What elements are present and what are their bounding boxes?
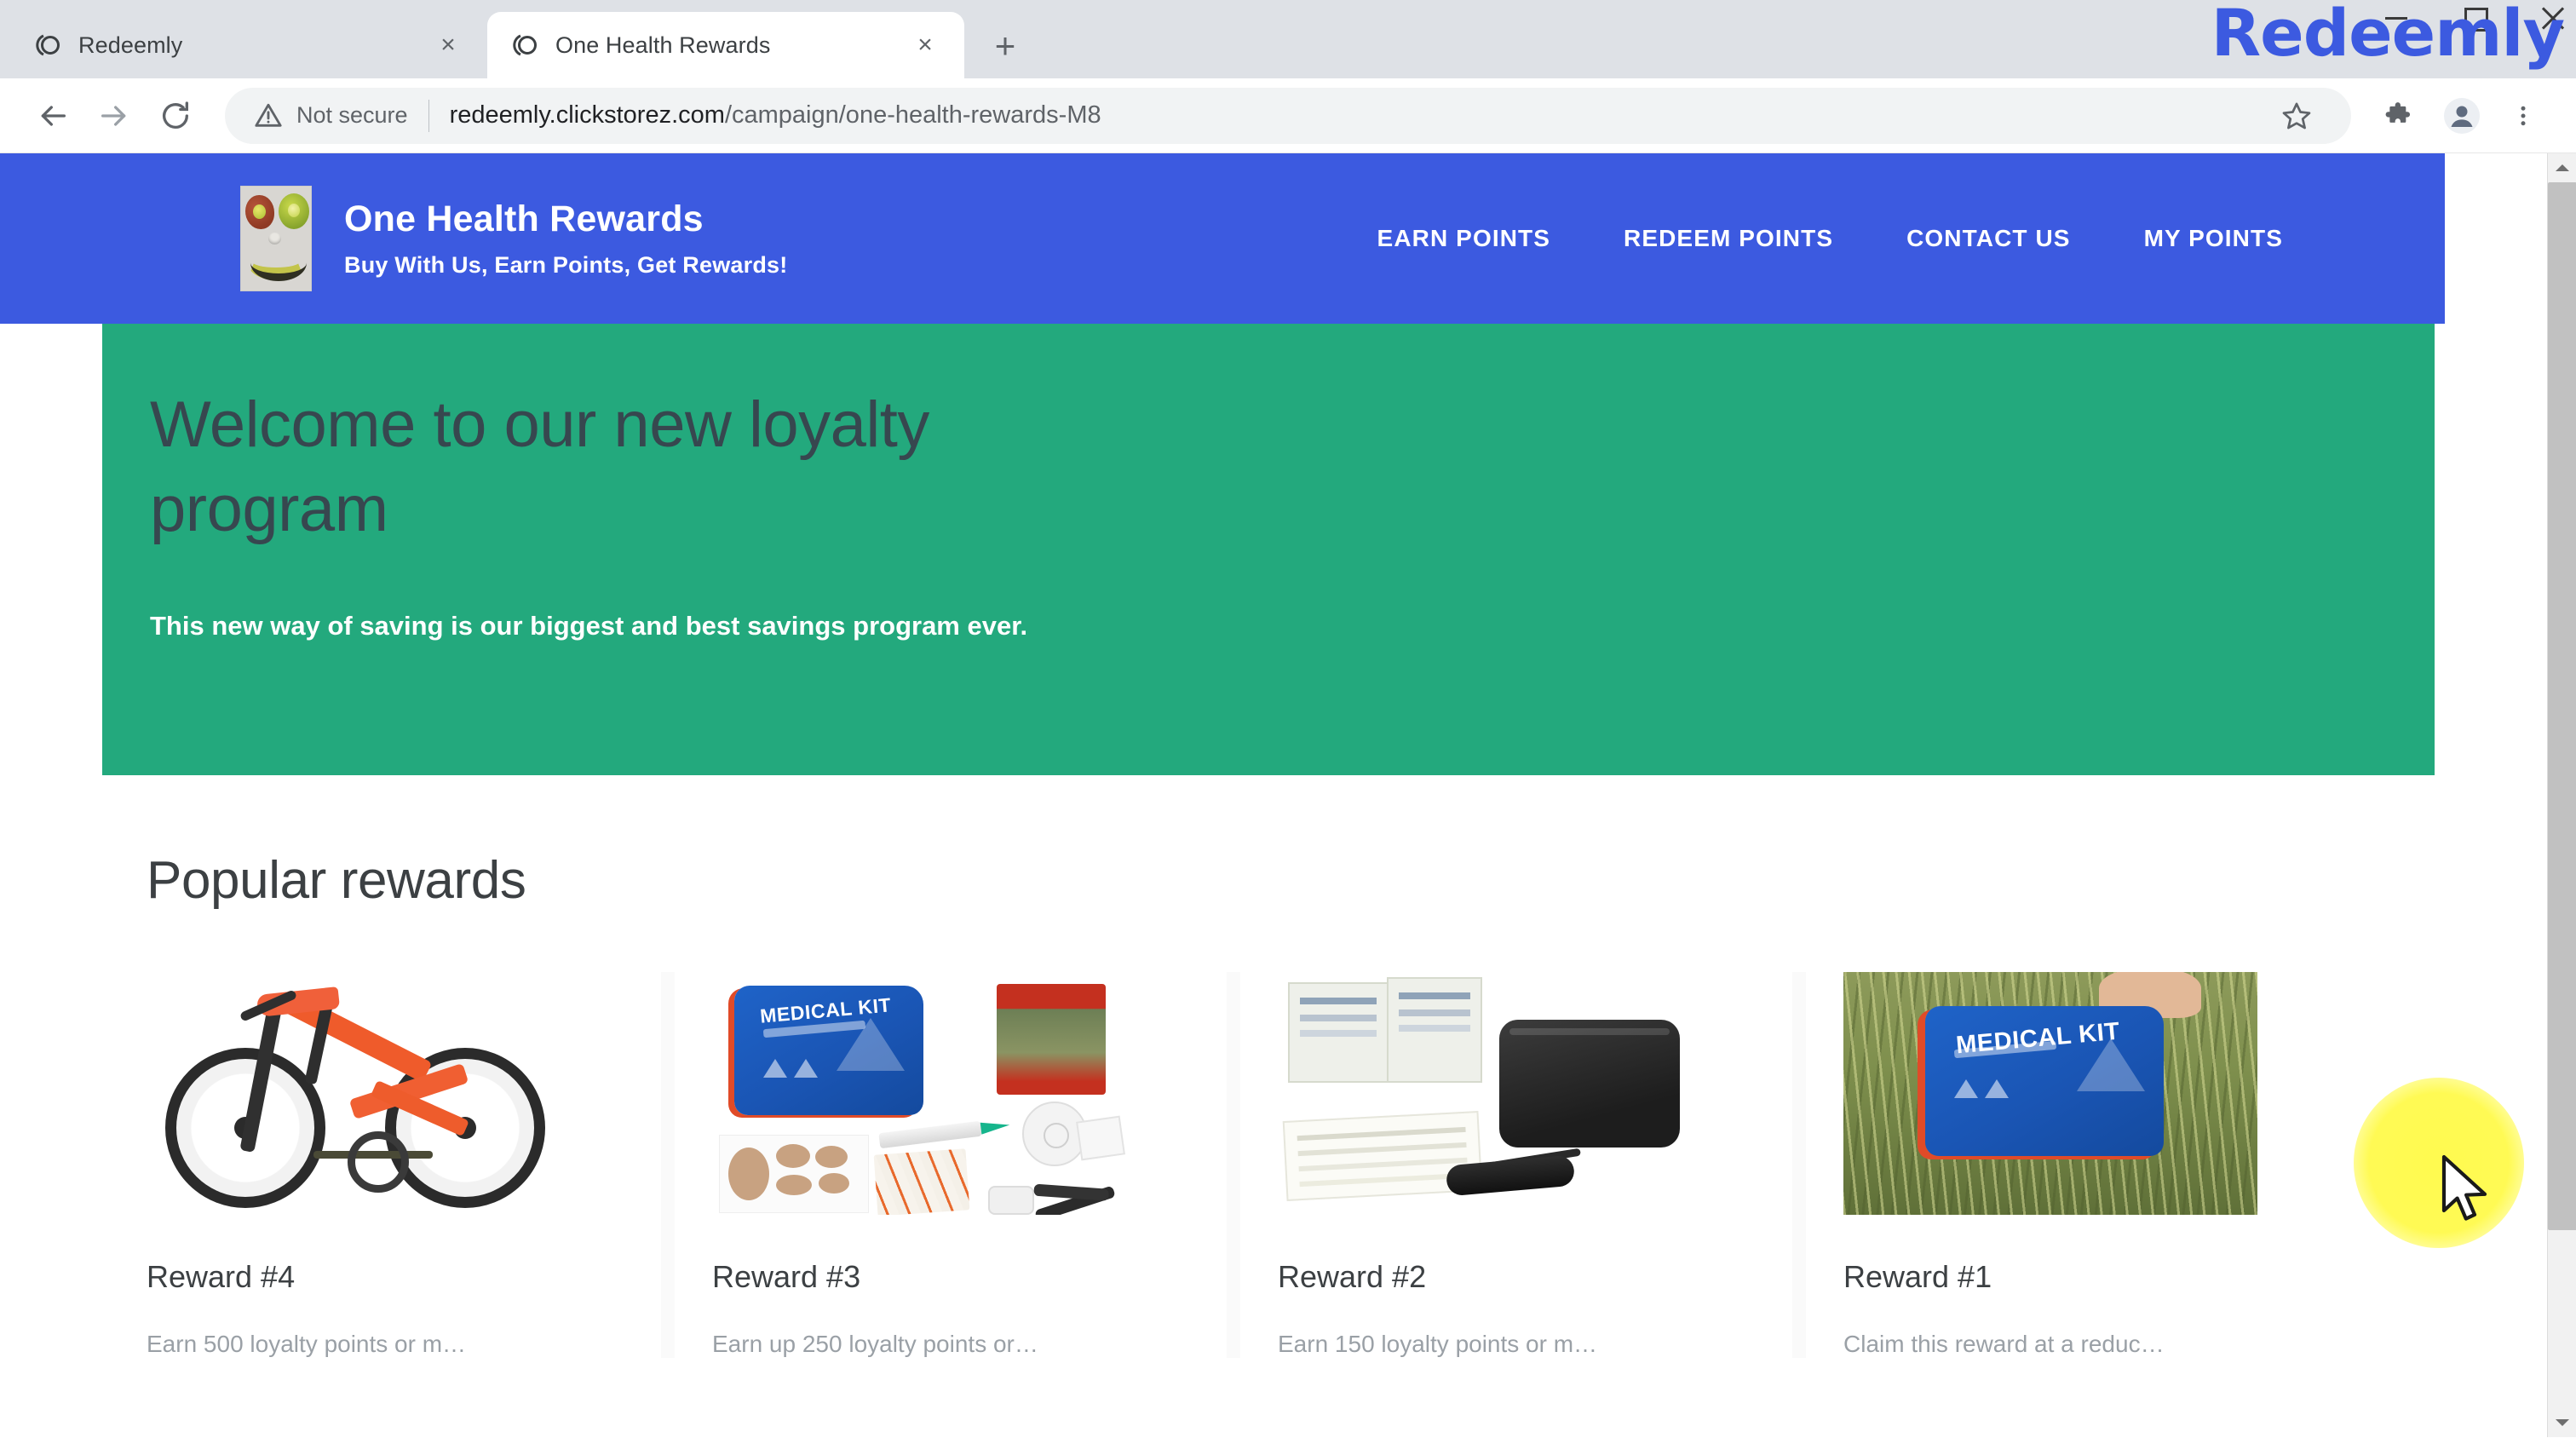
hero-title: Welcome to our new loyalty program bbox=[150, 388, 929, 545]
medical-kit-supplies-image: MEDICAL KIT bbox=[712, 972, 1126, 1215]
tab-strip: Redeemly × One Health Rewards × + Redeem… bbox=[0, 0, 2576, 78]
nav-earn-points[interactable]: EARN POINTS bbox=[1377, 225, 1550, 252]
more-menu-icon[interactable] bbox=[2493, 85, 2554, 147]
medical-kit-in-field-image: MEDICAL KIT bbox=[1843, 972, 2257, 1215]
browser-toolbar: Not secure redeemly.clickstorez.com/camp… bbox=[0, 78, 2576, 153]
reward-card-title: Reward #1 bbox=[1843, 1259, 1992, 1294]
omnibox-divider bbox=[428, 99, 429, 132]
profile-avatar-icon[interactable] bbox=[2431, 85, 2493, 147]
reward-card-description: Earn up 250 loyalty points or… bbox=[712, 1331, 1038, 1357]
redeemly-favicon bbox=[509, 30, 540, 60]
reward-card-title: Reward #3 bbox=[712, 1259, 861, 1294]
reward-card[interactable]: Reward #2 Earn 150 loyalty points or m… bbox=[1227, 972, 1799, 1358]
orange-bicycle-image bbox=[147, 972, 561, 1215]
scrollbar-thumb[interactable] bbox=[2548, 182, 2576, 1230]
site-header: One Health Rewards Buy With Us, Earn Poi… bbox=[0, 153, 2445, 324]
tab-title: One Health Rewards bbox=[555, 32, 771, 58]
not-secure-warning-icon bbox=[254, 101, 283, 130]
reward-card[interactable]: MEDICAL KIT Reward #1 Claim this reward … bbox=[1792, 972, 2365, 1358]
reload-icon[interactable] bbox=[145, 85, 206, 147]
reward-card-description: Earn 500 loyalty points or m… bbox=[147, 1331, 467, 1357]
redeemly-logo-watermark: Redeemly bbox=[2211, 0, 2565, 71]
reward-card[interactable]: MEDICAL KIT Reward #3 Earn up 250 loyalt… bbox=[661, 972, 1233, 1358]
browser-tab-one-health-rewards[interactable]: One Health Rewards × bbox=[487, 12, 964, 78]
fruit-face-logo-image bbox=[240, 186, 312, 291]
web-page: One Health Rewards Buy With Us, Earn Poi… bbox=[0, 153, 2547, 1437]
site-title: One Health Rewards bbox=[344, 198, 704, 239]
forward-arrow-icon[interactable] bbox=[83, 85, 145, 147]
nav-contact-us[interactable]: CONTACT US bbox=[1906, 225, 2070, 252]
not-secure-label: Not secure bbox=[296, 102, 408, 128]
brand-text: One Health Rewards Buy With Us, Earn Poi… bbox=[344, 198, 787, 279]
scroll-up-icon[interactable] bbox=[2548, 153, 2576, 182]
popular-rewards-title: Popular rewards bbox=[147, 851, 526, 910]
reward-card-title: Reward #2 bbox=[1278, 1259, 1427, 1294]
reward-card-title: Reward #4 bbox=[147, 1259, 296, 1294]
page-scrollbar[interactable] bbox=[2547, 153, 2576, 1437]
hero-subtitle: This new way of saving is our biggest an… bbox=[150, 610, 1028, 641]
address-bar[interactable]: Not secure redeemly.clickstorez.com/camp… bbox=[225, 87, 2351, 144]
security-indicator[interactable]: Not secure bbox=[254, 101, 408, 130]
close-icon[interactable]: × bbox=[431, 28, 465, 62]
nav-redeem-points[interactable]: REDEEM POINTS bbox=[1624, 225, 1833, 252]
blood-pressure-monitor-kit-image bbox=[1278, 972, 1692, 1215]
close-icon[interactable]: × bbox=[908, 28, 942, 62]
hero-banner: Welcome to our new loyalty program This … bbox=[102, 324, 2435, 775]
url-path: /campaign/one-health-rewards-M8 bbox=[724, 101, 1101, 129]
browser-window: Redeemly × One Health Rewards × + Redeem… bbox=[0, 0, 2576, 1438]
reward-card[interactable]: Reward #4 Earn 500 loyalty points or m… bbox=[102, 972, 668, 1358]
url-host: redeemly.clickstorez.com bbox=[449, 101, 725, 129]
brand-block[interactable]: One Health Rewards Buy With Us, Earn Poi… bbox=[240, 186, 787, 291]
popular-rewards-list: Reward #4 Earn 500 loyalty points or m… … bbox=[102, 972, 2479, 1358]
tab-title: Redeemly bbox=[78, 32, 183, 58]
site-tagline: Buy With Us, Earn Points, Get Rewards! bbox=[344, 252, 788, 279]
new-tab-button[interactable]: + bbox=[981, 22, 1029, 70]
extensions-puzzle-icon[interactable] bbox=[2370, 85, 2431, 147]
url-text: redeemly.clickstorez.com/campaign/one-he… bbox=[450, 101, 1101, 129]
redeemly-favicon bbox=[32, 30, 63, 60]
nav-my-points[interactable]: MY POINTS bbox=[2144, 225, 2283, 252]
page-viewport: One Health Rewards Buy With Us, Earn Poi… bbox=[0, 153, 2576, 1437]
star-icon[interactable] bbox=[2271, 90, 2322, 141]
site-navigation: EARN POINTS REDEEM POINTS CONTACT US MY … bbox=[1377, 225, 2343, 252]
reward-card-description: Claim this reward at a reduc… bbox=[1843, 1331, 2165, 1357]
reward-card-description: Earn 150 loyalty points or m… bbox=[1278, 1331, 1598, 1357]
back-arrow-icon[interactable] bbox=[22, 85, 83, 147]
scroll-down-icon[interactable] bbox=[2548, 1408, 2576, 1437]
browser-tab-redeemly[interactable]: Redeemly × bbox=[10, 12, 487, 78]
